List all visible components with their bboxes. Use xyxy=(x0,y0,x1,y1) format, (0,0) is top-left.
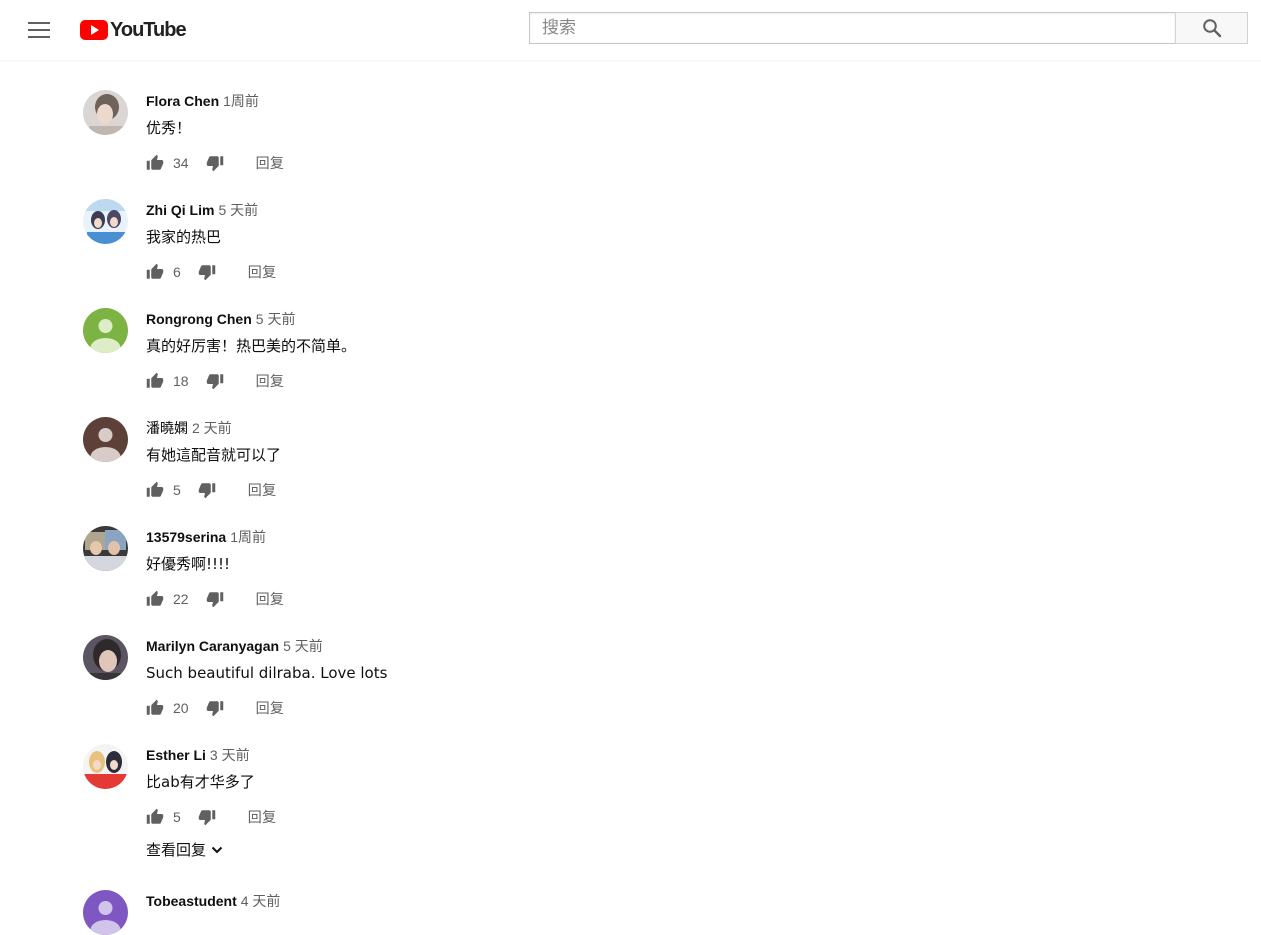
like-icon[interactable] xyxy=(146,808,164,826)
comment-time[interactable]: 1周前 xyxy=(223,93,259,109)
comment-text: 比ab有才华多了 xyxy=(146,773,255,791)
comment-text: Such beautiful dilraba. Love lots xyxy=(146,664,388,682)
search-input[interactable] xyxy=(530,13,1175,43)
comment-time[interactable]: 1周前 xyxy=(230,529,266,545)
comment-time[interactable]: 5 天前 xyxy=(218,202,258,218)
comment-author[interactable]: Esther Li xyxy=(146,747,206,763)
avatar[interactable] xyxy=(83,744,128,789)
comment-text: 有她這配音就可以了 xyxy=(146,446,282,464)
reply-button[interactable]: 回复 xyxy=(256,153,285,173)
search-box xyxy=(529,12,1175,44)
comment-author[interactable]: Marilyn Caranyagan xyxy=(146,638,279,654)
dislike-icon[interactable] xyxy=(198,481,216,499)
comment-time[interactable]: 5 天前 xyxy=(256,311,296,327)
comment-author[interactable]: Zhi Qi Lim xyxy=(146,202,214,218)
avatar[interactable] xyxy=(83,199,128,244)
view-replies-button[interactable]: 查看回复 xyxy=(146,839,224,860)
avatar[interactable] xyxy=(83,890,128,935)
reply-button[interactable]: 回复 xyxy=(256,371,285,391)
dislike-icon[interactable] xyxy=(206,372,224,390)
comment-author[interactable]: 潘曉嫻 xyxy=(146,421,188,437)
chevron-down-icon xyxy=(211,846,223,853)
top-bar: YouTube xyxy=(0,0,1261,60)
dislike-icon[interactable] xyxy=(198,263,216,281)
avatar[interactable] xyxy=(83,417,128,462)
dislike-icon[interactable] xyxy=(206,154,224,172)
avatar[interactable] xyxy=(83,526,128,571)
comment-author[interactable]: Flora Chen xyxy=(146,93,219,109)
avatar[interactable] xyxy=(83,90,128,135)
like-icon[interactable] xyxy=(146,590,164,608)
avatar[interactable] xyxy=(83,635,128,680)
reply-button[interactable]: 回复 xyxy=(256,589,285,609)
dislike-icon[interactable] xyxy=(206,590,224,608)
like-count: 34 xyxy=(173,155,189,171)
dislike-icon[interactable] xyxy=(206,699,224,717)
like-icon[interactable] xyxy=(146,699,164,717)
reply-button[interactable]: 回复 xyxy=(248,807,277,827)
hamburger-menu-icon xyxy=(28,22,50,38)
like-icon[interactable] xyxy=(146,372,164,390)
comment-text: 真的好厉害！热巴美的不简单。 xyxy=(146,337,357,355)
comment-actions: 22 回复 xyxy=(146,588,284,610)
dislike-icon[interactable] xyxy=(198,808,216,826)
comment-text: 我家的热巴 xyxy=(146,228,222,246)
logo-text: YouTube xyxy=(110,19,187,41)
comment-author[interactable]: Rongrong Chen xyxy=(146,311,252,327)
comment-time[interactable]: 2 天前 xyxy=(192,420,232,436)
like-count: 6 xyxy=(173,264,181,280)
search-icon xyxy=(1202,19,1221,38)
reply-button[interactable]: 回复 xyxy=(248,262,277,282)
reply-button[interactable]: 回复 xyxy=(256,698,285,718)
comment-time[interactable]: 4 天前 xyxy=(241,893,281,909)
comment-author[interactable]: Tobeastudent xyxy=(146,893,237,909)
like-count: 18 xyxy=(173,373,189,389)
reply-button[interactable]: 回复 xyxy=(248,480,277,500)
like-count: 22 xyxy=(173,591,189,607)
comment-actions: 20 回复 xyxy=(146,697,284,719)
like-icon[interactable] xyxy=(146,263,164,281)
like-count: 5 xyxy=(173,809,181,825)
guide-menu-button[interactable] xyxy=(24,15,54,45)
view-replies-label: 查看回复 xyxy=(146,841,207,859)
comment-time[interactable]: 5 天前 xyxy=(283,638,323,654)
comment-actions: 5 回复 xyxy=(146,806,276,828)
comment-actions: 34 回复 xyxy=(146,152,284,174)
like-count: 20 xyxy=(173,700,189,716)
comment-text: 优秀！ xyxy=(146,119,192,137)
comment-text: 好優秀啊!!!! xyxy=(146,555,231,573)
like-icon[interactable] xyxy=(146,481,164,499)
comment-time[interactable]: 3 天前 xyxy=(210,747,250,763)
youtube-play-icon xyxy=(80,20,108,40)
like-count: 5 xyxy=(173,482,181,498)
comment-actions: 18 回复 xyxy=(146,370,284,392)
like-icon[interactable] xyxy=(146,154,164,172)
comment-author[interactable]: 13579serina xyxy=(146,529,226,545)
search-button[interactable] xyxy=(1175,12,1248,44)
comment-actions: 5 回复 xyxy=(146,479,276,501)
avatar[interactable] xyxy=(83,308,128,353)
youtube-logo[interactable]: YouTube xyxy=(80,18,187,42)
comment-actions: 6 回复 xyxy=(146,261,276,283)
